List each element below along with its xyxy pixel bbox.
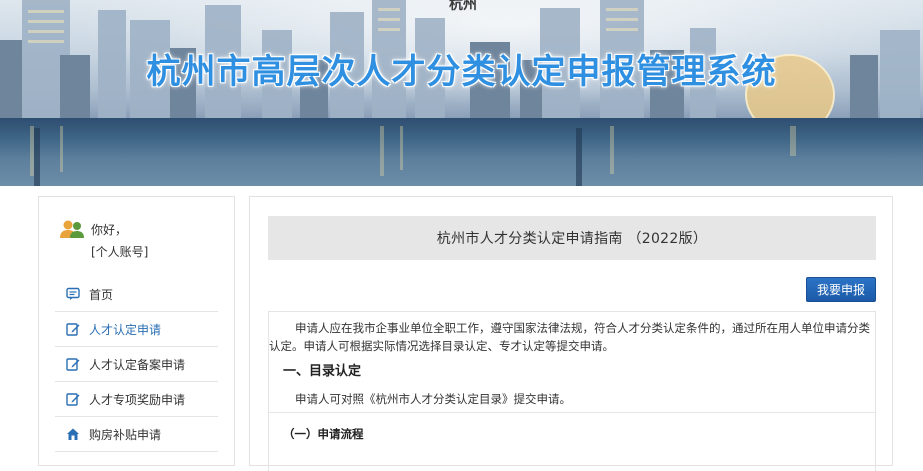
sidebar-item-label: 人才认定申请 bbox=[89, 322, 162, 337]
section-text: 申请人可对照《杭州市人才分类认定目录》提交申请。 bbox=[295, 392, 571, 406]
sidebar-item-filing-application[interactable]: 人才认定备案申请 bbox=[55, 347, 218, 382]
sidebar-item-label: 人才专项奖励申请 bbox=[89, 392, 186, 407]
system-title: 杭州市高层次人才分类认定申报管理系统 bbox=[146, 52, 777, 92]
main-panel: 杭州市人才分类认定申请指南 （2022版） 我要申报 申请人应在我市企事业单位全… bbox=[249, 196, 893, 471]
river-reflection bbox=[30, 126, 796, 186]
edit-icon bbox=[66, 393, 80, 406]
edit-icon bbox=[66, 358, 80, 371]
sidebar-item-label: 人才认定备案申请 bbox=[89, 357, 186, 372]
section-heading: 一、目录认定 bbox=[283, 364, 362, 379]
user-info: 你好， [个人账号] bbox=[39, 197, 234, 267]
edit-icon bbox=[66, 323, 80, 336]
sidebar-item-label: 购房补贴申请 bbox=[89, 427, 162, 442]
apply-button[interactable]: 我要申报 bbox=[806, 277, 876, 302]
subsection-heading: （一）申请流程 bbox=[283, 427, 364, 441]
user-group-icon bbox=[60, 220, 84, 238]
account-link[interactable]: [个人账号] bbox=[91, 243, 148, 260]
sidebar-item-home[interactable]: 首页 bbox=[55, 277, 218, 312]
sidebar-item-special-award[interactable]: 人才专项奖励申请 bbox=[55, 382, 218, 417]
greeting-text: 你好， bbox=[91, 223, 128, 237]
guide-content[interactable]: 申请人应在我市企事业单位全职工作，遵守国家法律法规，符合人才分类认定条件的，通过… bbox=[268, 311, 876, 471]
sidebar-item-housing-subsidy[interactable]: 购房补贴申请 bbox=[55, 417, 218, 452]
sidebar: 你好， [个人账号] 首页 人才认定申请 人才认定备案申请 人才专项奖励申请 购… bbox=[38, 196, 235, 466]
home-icon bbox=[67, 428, 79, 440]
banner-logo-text: 杭州 bbox=[449, 0, 477, 13]
divider bbox=[269, 412, 875, 413]
intro-paragraph: 申请人应在我市企事业单位全职工作，遵守国家法律法规，符合人才分类认定条件的，通过… bbox=[269, 321, 870, 353]
sidebar-menu: 首页 人才认定申请 人才认定备案申请 人才专项奖励申请 购房补贴申请 bbox=[55, 277, 218, 452]
header-banner: 杭州 杭州市高层次人才分类认定申报管理系统 bbox=[0, 0, 923, 186]
chat-bubble-icon bbox=[66, 287, 80, 300]
sidebar-item-talent-certification[interactable]: 人才认定申请 bbox=[55, 312, 218, 347]
guide-title: 杭州市人才分类认定申请指南 （2022版） bbox=[268, 216, 876, 260]
sidebar-item-label: 首页 bbox=[89, 287, 114, 302]
